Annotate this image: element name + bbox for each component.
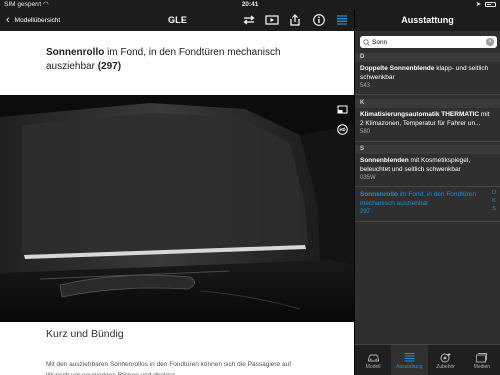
list-item[interactable]: Sonnenblenden mit Kosmetikspiegel, beleu… [355,157,495,182]
equipment-panel: × D Doppelte Sonnenblende klapp- und sei… [354,31,500,344]
clear-search-icon[interactable]: × [486,38,494,46]
back-label: Modellübersicht [14,16,61,24]
svg-text:HD: HD [339,127,345,132]
status-right: ➤ [476,0,496,9]
search-icon [363,38,370,46]
list-icon [403,350,416,362]
export-icon[interactable] [287,13,303,27]
main-content: Sonnenrollo im Fond, in den Fondtüren me… [0,31,354,375]
info-icon[interactable] [311,13,327,27]
battery-icon [485,1,496,7]
section-title: Kurz und Bündig [46,328,124,340]
item-code: 035W [360,175,376,181]
tab-zubehoer[interactable]: Zubehör [428,345,464,375]
hd-icon[interactable]: HD [337,122,348,135]
list-icon[interactable] [334,13,350,27]
tab-label: Modell [365,364,381,370]
share-icon[interactable] [241,13,257,27]
item-code: 297 [360,209,371,215]
car-door-sunblind-image [0,95,354,322]
item-code: 580 [360,129,371,135]
media-icon [475,350,488,363]
section-body: Mit den ausziehbaren Sonnenrollos in den… [46,361,291,375]
app-screen: SIM gesperrt ◠ 20:41 ➤ ‹ Modellübersicht… [0,0,500,375]
section-header-d: D [355,53,500,62]
tab-label: Medien [473,364,491,370]
section-index[interactable]: D K S [489,189,499,213]
feature-heading-code: (297) [97,61,122,72]
bottom-tab-bar: Modell Ausstattung Zubehör Medien [354,344,500,375]
equipment-panel-title: Ausstattung [354,9,500,31]
top-navigation-bar: ‹ Modellübersicht GLE [0,9,354,31]
tab-label: Ausstattung [396,364,423,370]
tab-label: Zubehör [436,364,455,370]
search-bar[interactable]: × [360,36,497,48]
divider [355,186,500,187]
item-name: Klimatisierungsautomatik THERMATIC mit 2… [360,111,490,127]
item-code: 543 [360,83,371,89]
item-name: Doppelte Sonnenblende klapp- und seitlic… [360,65,489,81]
video-icon[interactable] [264,13,280,27]
page-title: GLE [167,15,188,25]
search-input[interactable] [372,37,482,47]
index-letter-d[interactable]: D [489,189,499,197]
item-name: Sonnenrollo im Fond, in den Fondtüren me… [360,191,476,207]
item-name: Sonnenblenden mit Kosmetikspiegel, beleu… [360,157,471,173]
feature-photo: HD [0,95,354,322]
index-letter-s[interactable]: S [489,205,499,213]
list-item[interactable]: Doppelte Sonnenblende klapp- und seitlic… [355,65,495,90]
feature-heading-bold: Sonnenrollo [46,47,105,58]
divider [355,94,500,95]
car-icon [367,350,380,362]
back-button[interactable]: ‹ Modellübersicht [6,13,60,27]
chevron-left-icon: ‹ [6,14,10,26]
clock: 20:41 [241,1,259,8]
accessories-icon [439,350,452,363]
section-header-k: K [355,99,500,108]
list-item[interactable]: Klimatisierungsautomatik THERMATIC mit 2… [355,111,495,136]
feature-heading: Sonnenrollo im Fond, in den Fondtüren me… [46,46,326,74]
screen-cast-icon[interactable] [337,102,348,114]
list-item-selected[interactable]: Sonnenrollo im Fond, in den Fondtüren me… [355,191,495,216]
status-bar: SIM gesperrt ◠ 20:41 ➤ [0,0,500,9]
section-header-s: S [355,145,500,154]
location-icon: ➤ [475,1,482,8]
tab-ausstattung[interactable]: Ausstattung [391,345,428,375]
divider [355,221,500,222]
divider [355,141,500,142]
index-letter-k[interactable]: K [489,197,499,205]
tab-medien[interactable]: Medien [464,345,500,375]
tab-modell[interactable]: Modell [355,345,391,375]
